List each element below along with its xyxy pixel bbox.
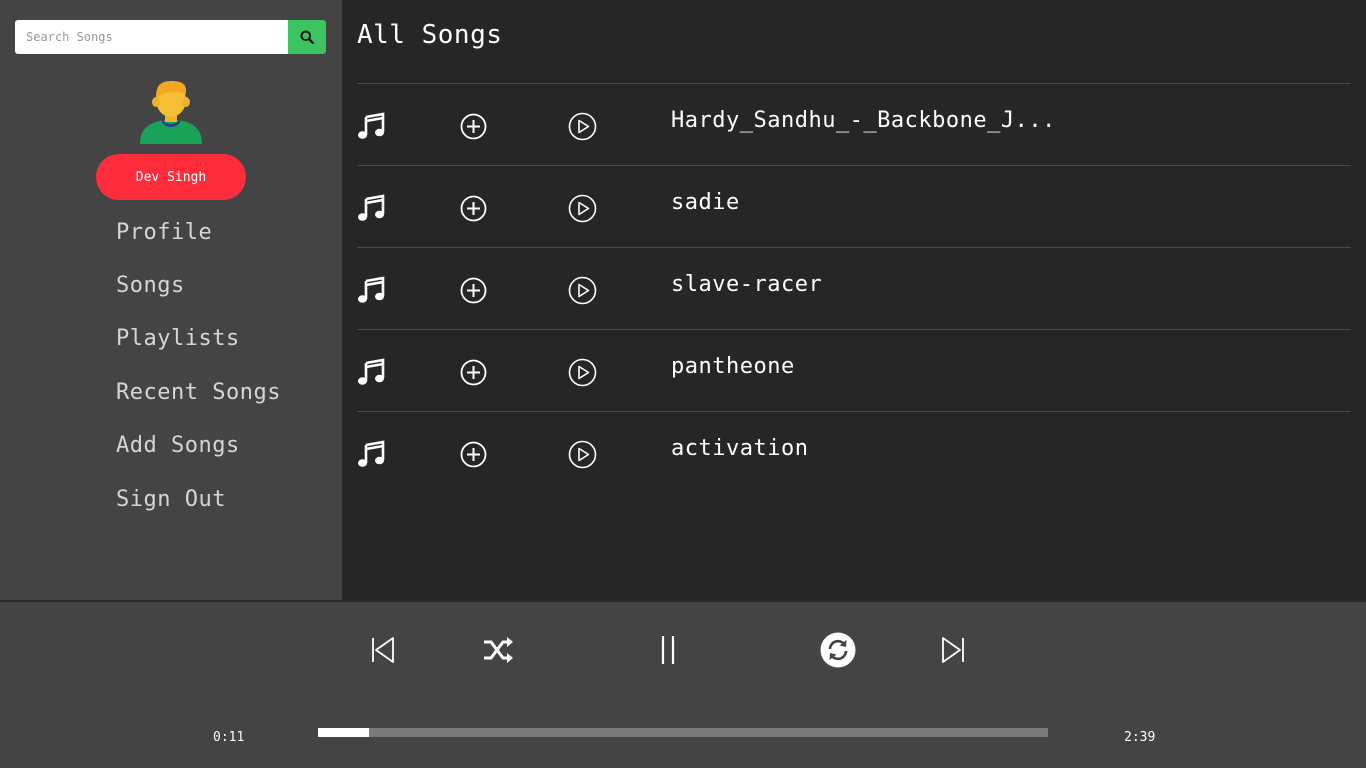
previous-icon [372,637,394,663]
next-icon [942,637,964,663]
sidebar-item-add-songs[interactable]: Add Songs [116,433,240,458]
song-row: sadie [357,165,1351,247]
next-button[interactable] [935,632,971,668]
progress-bar[interactable] [318,728,1048,737]
progress-fill [318,728,370,737]
add-to-playlist-icon[interactable] [460,359,487,386]
sidebar-item-playlists[interactable]: Playlists [116,326,240,351]
add-to-playlist-icon[interactable] [460,277,487,304]
song-list: Hardy_Sandhu_-_Backbone_J... sadie slave… [357,83,1351,493]
music-note-icon [358,194,385,221]
pause-button[interactable] [650,632,686,668]
avatar [140,80,202,144]
search-input[interactable] [15,20,288,54]
shuffle-icon [484,637,513,663]
play-icon[interactable] [568,194,597,223]
song-row: pantheone [357,329,1351,411]
sidebar-item-songs[interactable]: Songs [116,273,185,298]
add-to-playlist-icon[interactable] [460,113,487,140]
song-title[interactable]: Hardy_Sandhu_-_Backbone_J... [671,108,1056,133]
current-time: 0:11 [213,730,245,745]
song-title[interactable]: pantheone [671,354,795,379]
page-title: All Songs [357,20,503,50]
song-title[interactable]: activation [671,436,808,461]
song-title[interactable]: sadie [671,190,740,215]
sidebar-item-sign-out[interactable]: Sign Out [116,487,226,512]
total-time: 2:39 [1124,730,1156,745]
pause-icon [661,636,675,664]
search-button[interactable] [288,20,326,54]
search-icon [300,30,314,44]
sidebar: Dev Singh Profile Songs Playlists Recent… [0,0,342,600]
player-bar: 0:11 2:39 [0,600,1366,768]
play-icon[interactable] [568,276,597,305]
play-icon[interactable] [568,358,597,387]
sidebar-item-recent-songs[interactable]: Recent Songs [116,380,281,405]
search-bar [15,20,326,54]
sidebar-item-profile[interactable]: Profile [116,220,212,245]
music-note-icon [358,440,385,467]
main-content: All Songs Hardy_Sandhu_-_Backbone_J... s… [342,0,1366,600]
repeat-icon [820,632,856,668]
music-note-icon [358,112,385,139]
add-to-playlist-icon[interactable] [460,441,487,468]
add-to-playlist-icon[interactable] [460,195,487,222]
user-name-button[interactable]: Dev Singh [96,154,246,200]
music-note-icon [358,276,385,303]
play-icon[interactable] [568,440,597,469]
previous-button[interactable] [365,632,401,668]
music-note-icon [358,358,385,385]
repeat-button[interactable] [820,632,856,668]
song-row: activation [357,411,1351,493]
song-row: slave-racer [357,247,1351,329]
song-row: Hardy_Sandhu_-_Backbone_J... [357,83,1351,165]
play-icon[interactable] [568,112,597,141]
song-title[interactable]: slave-racer [671,272,822,297]
shuffle-button[interactable] [480,632,516,668]
